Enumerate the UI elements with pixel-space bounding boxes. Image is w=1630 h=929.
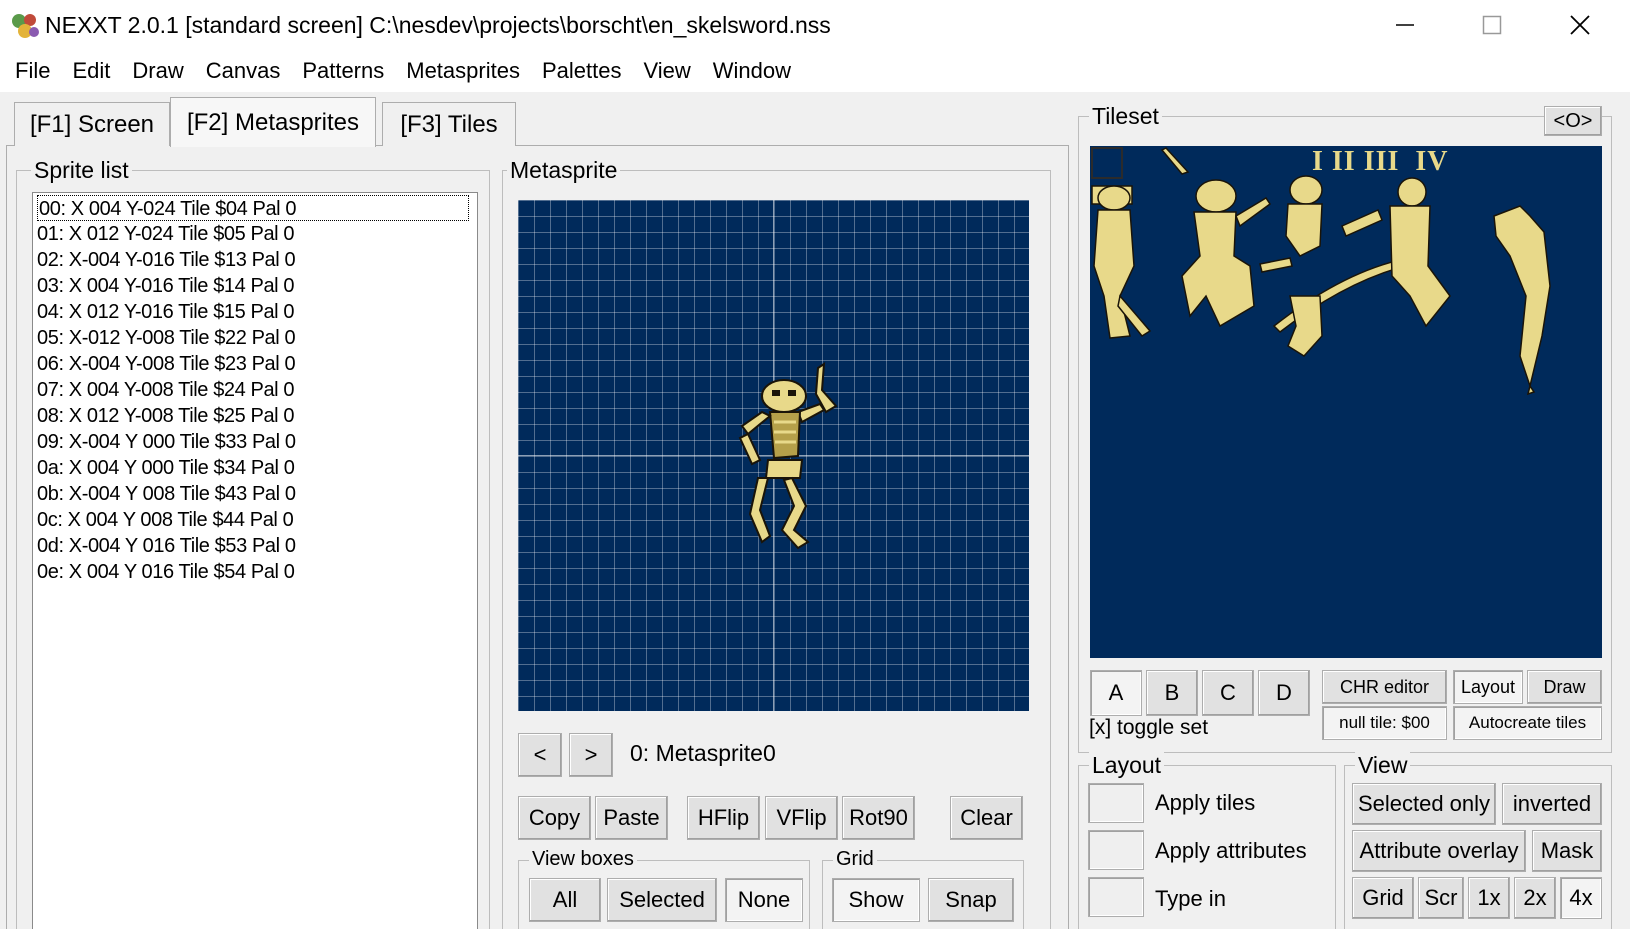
- autocreate-tiles-button[interactable]: Autocreate tiles: [1453, 706, 1602, 740]
- zoom-1x-button[interactable]: 1x: [1468, 877, 1510, 919]
- mask-button[interactable]: Mask: [1532, 830, 1602, 872]
- grid-show-button[interactable]: Show: [832, 878, 920, 922]
- tileset-toggle-button[interactable]: <O>: [1544, 106, 1602, 136]
- type-in-label: Type in: [1155, 886, 1226, 911]
- view-boxes-title: View boxes: [529, 848, 637, 871]
- menu-canvas[interactable]: Canvas: [195, 50, 292, 92]
- type-in-checkbox[interactable]: [1088, 877, 1144, 917]
- menu-window[interactable]: Window: [702, 50, 802, 92]
- layout-mode-button[interactable]: Layout: [1453, 670, 1523, 704]
- grid-title: Grid: [833, 848, 877, 871]
- tileset-title: Tileset: [1089, 103, 1162, 130]
- skeleton-metasprite-image: [738, 362, 838, 550]
- zoom-2x-button[interactable]: 2x: [1514, 877, 1556, 919]
- menu-bar: File Edit Draw Canvas Patterns Metasprit…: [0, 50, 1630, 92]
- paste-button[interactable]: Paste: [595, 796, 668, 840]
- minimize-icon: [1396, 24, 1414, 26]
- inverted-button[interactable]: inverted: [1502, 783, 1602, 825]
- menu-file[interactable]: File: [4, 50, 61, 92]
- layout-title: Layout: [1089, 752, 1165, 779]
- apply-attributes-checkbox[interactable]: [1088, 830, 1144, 870]
- toggle-set-hint: [x] toggle set: [1089, 716, 1209, 739]
- sprite-list-item-01[interactable]: 01: X 012 Y-024 Tile $05 Pal 0: [37, 221, 295, 247]
- apply-tiles-label: Apply tiles: [1155, 790, 1256, 815]
- vflip-button[interactable]: VFlip: [765, 796, 838, 840]
- sprite-list-item-05[interactable]: 05: X-012 Y-008 Tile $22 Pal 0: [37, 325, 296, 351]
- menu-palettes[interactable]: Palettes: [531, 50, 633, 92]
- sprite-list-item-09[interactable]: 09: X-004 Y 000 Tile $33 Pal 0: [37, 429, 296, 455]
- view-boxes-all-button[interactable]: All: [529, 878, 601, 922]
- maximize-icon: [1482, 15, 1502, 35]
- tileset-set-b-button[interactable]: B: [1146, 670, 1198, 716]
- prev-metasprite-button[interactable]: <: [518, 733, 562, 777]
- window-title: NEXXT 2.0.1 [standard screen] C:\nesdev\…: [45, 12, 831, 38]
- tab-screen[interactable]: [F1] Screen: [14, 102, 170, 146]
- null-tile-field[interactable]: null tile: $00: [1322, 706, 1447, 740]
- rot90-button[interactable]: Rot90: [842, 796, 915, 840]
- draw-mode-button[interactable]: Draw: [1527, 670, 1602, 704]
- zoom-4x-button[interactable]: 4x: [1560, 877, 1602, 919]
- menu-metasprites[interactable]: Metasprites: [395, 50, 531, 92]
- grid-snap-button[interactable]: Snap: [928, 878, 1014, 922]
- sprite-list-item-0d[interactable]: 0d: X-004 Y 016 Tile $53 Pal 0: [37, 533, 296, 559]
- clear-button[interactable]: Clear: [950, 796, 1023, 840]
- tileset-set-a-button[interactable]: A: [1090, 670, 1142, 716]
- next-metasprite-button[interactable]: >: [569, 733, 613, 777]
- menu-patterns[interactable]: Patterns: [291, 50, 395, 92]
- apply-attributes-label: Apply attributes: [1155, 838, 1307, 863]
- sprite-list-item-06[interactable]: 06: X-004 Y-008 Tile $23 Pal 0: [37, 351, 296, 377]
- tab-tiles[interactable]: [F3] Tiles: [382, 102, 516, 146]
- title-bar: NEXXT 2.0.1 [standard screen] C:\nesdev\…: [0, 0, 1630, 50]
- minimize-button[interactable]: [1375, 0, 1435, 50]
- metasprite-canvas[interactable]: [518, 200, 1029, 711]
- apply-tiles-checkbox[interactable]: [1088, 783, 1144, 823]
- close-icon: [1570, 15, 1590, 35]
- sprite-list-item-0b[interactable]: 0b: X-004 Y 008 Tile $43 Pal 0: [37, 481, 296, 507]
- sprite-list-item-0e[interactable]: 0e: X 004 Y 016 Tile $54 Pal 0: [37, 559, 295, 585]
- chr-editor-button[interactable]: CHR editor: [1322, 670, 1447, 704]
- tileset-skeleton-sprites: [1091, 147, 1551, 396]
- menu-draw[interactable]: Draw: [121, 50, 194, 92]
- tileset-set-d-button[interactable]: D: [1258, 670, 1310, 716]
- close-button[interactable]: [1550, 0, 1610, 50]
- sprite-list-item-07[interactable]: 07: X 004 Y-008 Tile $24 Pal 0: [37, 377, 295, 403]
- selected-only-button[interactable]: Selected only: [1352, 783, 1496, 825]
- view-boxes-none-button[interactable]: None: [725, 878, 803, 922]
- attribute-overlay-button[interactable]: Attribute overlay: [1352, 830, 1526, 872]
- sprite-list-item-00[interactable]: 00: X 004 Y-024 Tile $04 Pal 0: [37, 195, 469, 221]
- sprite-list-item-04[interactable]: 04: X 012 Y-016 Tile $15 Pal 0: [37, 299, 295, 325]
- sprite-list[interactable]: 00: X 004 Y-024 Tile $04 Pal 0 01: X 012…: [32, 192, 478, 929]
- tileset-canvas[interactable]: I II III IV: [1090, 146, 1602, 658]
- app-icon: [12, 14, 39, 38]
- menu-edit[interactable]: Edit: [61, 50, 121, 92]
- metasprite-title: Metasprite: [507, 157, 621, 184]
- sprite-list-item-0c[interactable]: 0c: X 004 Y 008 Tile $44 Pal 0: [37, 507, 294, 533]
- maximize-button[interactable]: [1462, 0, 1522, 50]
- view-boxes-selected-button[interactable]: Selected: [607, 878, 717, 922]
- copy-button[interactable]: Copy: [518, 796, 591, 840]
- sprite-list-item-02[interactable]: 02: X-004 Y-016 Tile $13 Pal 0: [37, 247, 296, 273]
- menu-view[interactable]: View: [632, 50, 701, 92]
- sprite-list-item-0a[interactable]: 0a: X 004 Y 000 Tile $34 Pal 0: [37, 455, 295, 481]
- grid-toggle-button[interactable]: Grid: [1352, 877, 1414, 919]
- sprite-list-item-08[interactable]: 08: X 012 Y-008 Tile $25 Pal 0: [37, 403, 295, 429]
- current-metasprite-name: 0: Metasprite0: [630, 740, 776, 766]
- hflip-button[interactable]: HFlip: [687, 796, 760, 840]
- scr-button[interactable]: Scr: [1418, 877, 1464, 919]
- view-title: View: [1355, 752, 1411, 779]
- sprite-list-item-03[interactable]: 03: X 004 Y-016 Tile $14 Pal 0: [37, 273, 295, 299]
- tab-metasprites[interactable]: [F2] Metasprites: [170, 97, 376, 147]
- sprite-list-title: Sprite list: [31, 157, 132, 184]
- tileset-set-c-button[interactable]: C: [1202, 670, 1254, 716]
